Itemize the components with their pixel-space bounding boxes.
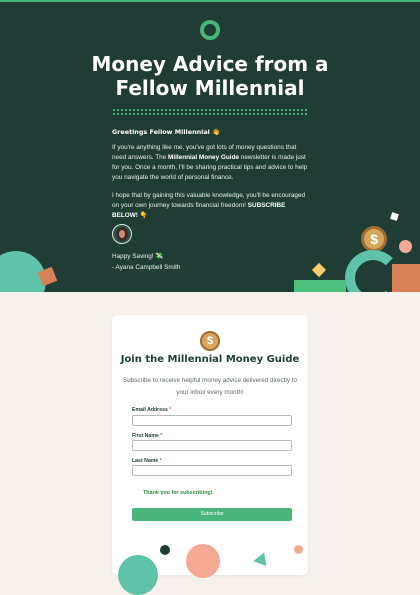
dotted-divider [112, 108, 308, 116]
signoff-line-1: Happy Saving! 💸 [112, 253, 164, 260]
greeting-line: Greetings Fellow Millennial 👋 [112, 127, 308, 137]
email-field[interactable] [132, 415, 292, 426]
signup-title: Join the Millennial Money Guide [120, 354, 300, 365]
white-square-shape [390, 212, 399, 221]
last-name-field[interactable] [132, 465, 292, 476]
author-name: - Ayana Campbell Smith [112, 264, 181, 271]
required-mark: * [169, 407, 172, 413]
dollar-coin-icon: $ [200, 331, 220, 351]
author-avatar [112, 224, 132, 244]
point-down-emoji-icon: 👇 [139, 212, 148, 219]
yellow-diamond-shape [311, 262, 327, 278]
first-name-field[interactable] [132, 440, 292, 451]
hero-section: Money Advice from a Fellow Millennial Gr… [0, 0, 420, 292]
dollar-coin-icon: $ [361, 226, 387, 252]
intro-paragraph-1: If you're anything like me, you've got l… [112, 143, 308, 183]
green-rect-shape [294, 280, 346, 292]
intro-paragraph-2: I hope that by gaining this valuable kno… [112, 191, 308, 221]
dark-dot-shape [160, 545, 170, 555]
teal-circle-shape [118, 555, 158, 595]
required-mark: * [160, 433, 163, 439]
pink-dot-shape [294, 545, 303, 554]
greeting-text: Greetings Fellow Millennial [112, 128, 210, 136]
required-mark: * [159, 458, 162, 464]
wave-emoji-icon: 👋 [212, 128, 221, 136]
newsletter-name: Millennial Money Guide [168, 154, 240, 161]
last-name-label: Last Name * [132, 458, 162, 464]
success-message: Thank you for subscribing! [143, 490, 213, 496]
ring-logo-icon [200, 20, 220, 40]
first-name-label: First Name * [132, 433, 163, 439]
subscribe-button[interactable]: Subscribe [132, 508, 292, 521]
top-accent-line [0, 0, 420, 2]
signup-subtitle: Subscribe to receive helpful money advic… [123, 377, 297, 396]
signoff: Happy Saving! 💸 - Ayana Campbell Smith [112, 251, 252, 273]
orange-rect-shape [392, 264, 420, 292]
pink-dot-shape [399, 240, 412, 253]
email-label: Email Address * [132, 407, 172, 413]
pink-circle-shape [186, 544, 220, 578]
intro-content: Greetings Fellow Millennial 👋 If you're … [112, 127, 308, 229]
page-title: Money Advice from a Fellow Millennial [91, 52, 329, 100]
